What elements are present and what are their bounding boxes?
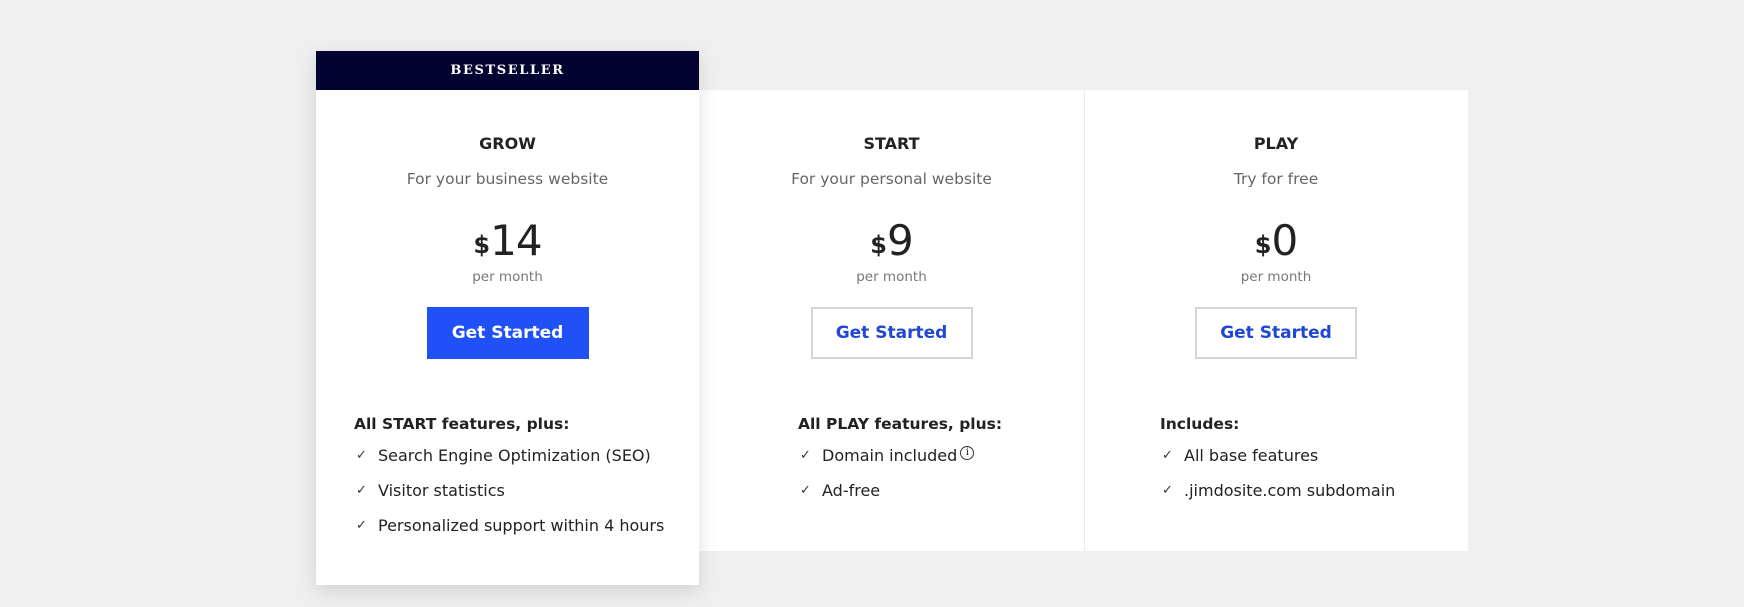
get-started-button-play[interactable]: Get Started xyxy=(1195,307,1357,359)
price-amount: 14 xyxy=(490,216,542,265)
price-period: per month xyxy=(856,269,927,285)
feature-item: ✓ Ad-free xyxy=(798,481,1002,516)
plan-price: $14 xyxy=(316,216,699,265)
feature-label: .jimdosite.com subdomain xyxy=(1184,481,1396,500)
features-heading: All START features, plus: xyxy=(354,415,570,433)
check-icon: ✓ xyxy=(800,483,811,498)
feature-item: ✓ Domain included i xyxy=(798,446,1002,481)
plan-card-play: PLAY Try for free $0 per month Get Start… xyxy=(1084,90,1468,551)
features-heading: Includes: xyxy=(1160,415,1240,433)
check-icon: ✓ xyxy=(356,448,367,463)
plan-card-start: START For your personal website $9 per m… xyxy=(699,90,1084,551)
plan-name: PLAY xyxy=(1253,134,1299,153)
feature-item: ✓ Search Engine Optimization (SEO) xyxy=(354,446,664,481)
check-icon: ✓ xyxy=(1162,483,1173,498)
feature-list: All START features, plus: ✓ Search Engine… xyxy=(354,415,664,551)
plan-name: START xyxy=(863,134,920,153)
plan-tagline: For your business website xyxy=(406,170,609,188)
feature-item: ✓ All base features xyxy=(1160,446,1395,481)
plan-name: GROW xyxy=(479,134,536,153)
bestseller-badge: BESTSELLER xyxy=(316,51,699,90)
check-icon: ✓ xyxy=(356,518,367,533)
info-icon[interactable]: i xyxy=(960,446,975,460)
check-icon: ✓ xyxy=(356,483,367,498)
feature-list: Includes: ✓ All base features ✓ .jimdosite… xyxy=(1160,415,1395,516)
check-icon: ✓ xyxy=(800,448,811,463)
feature-label: Search Engine Optimization (SEO) xyxy=(378,446,651,465)
currency-symbol: $ xyxy=(870,231,887,259)
plan-price: $9 xyxy=(699,216,1084,265)
price-amount: 9 xyxy=(886,216,914,265)
currency-symbol: $ xyxy=(473,231,491,259)
check-icon: ✓ xyxy=(1162,448,1173,463)
price-amount: 0 xyxy=(1271,216,1298,265)
plan-card-grow: BESTSELLER GROW For your business websit… xyxy=(316,51,699,585)
feature-item: ✓ Personalized support within 4 hours xyxy=(354,516,664,551)
plan-tagline: For your personal website xyxy=(791,170,992,188)
feature-label: All base features xyxy=(1184,446,1319,465)
feature-list: All PLAY features, plus: ✓ Domain include… xyxy=(798,415,1002,516)
feature-label: Personalized support within 4 hours xyxy=(378,516,665,535)
feature-item: ✓ Visitor statistics xyxy=(354,481,664,516)
price-period: per month xyxy=(1240,269,1312,285)
get-started-button-start[interactable]: Get Started xyxy=(810,307,973,359)
price-period: per month xyxy=(472,269,543,285)
feature-label: Domain included xyxy=(822,446,958,465)
plan-tagline: Try for free xyxy=(1233,170,1319,188)
get-started-button-grow[interactable]: Get Started xyxy=(426,307,589,359)
feature-item: ✓ .jimdosite.com subdomain xyxy=(1160,481,1395,516)
features-heading: All PLAY features, plus: xyxy=(798,415,1003,433)
currency-symbol: $ xyxy=(1254,231,1272,259)
feature-label: Ad-free xyxy=(822,481,881,500)
plan-price: $0 xyxy=(1084,216,1468,265)
feature-label: Visitor statistics xyxy=(378,481,505,500)
